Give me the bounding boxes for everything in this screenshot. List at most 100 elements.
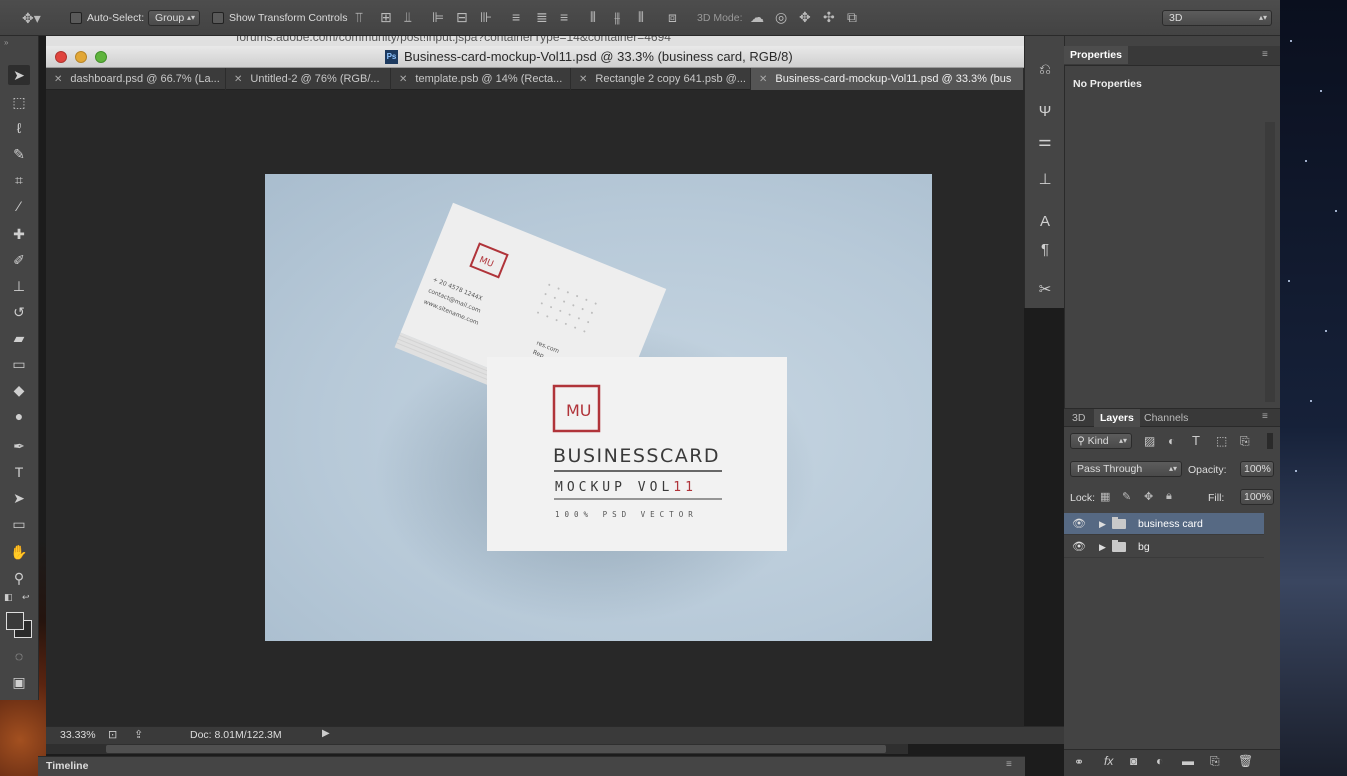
close-tab-icon[interactable]: ✕ (54, 74, 62, 85)
tool-presets-icon[interactable]: ✂ (1035, 280, 1055, 300)
history-panel-icon[interactable]: ⎌ (1035, 60, 1055, 80)
distribute-hcenter-icon[interactable]: ⫵ (614, 10, 620, 24)
quick-mask-icon[interactable]: ◌ (8, 646, 30, 666)
visibility-eye-icon[interactable]: 👁︎ (1072, 536, 1086, 558)
opacity-field[interactable]: 100% (1240, 461, 1274, 477)
distribute-right-icon[interactable]: ⫴ (638, 10, 644, 24)
share-icon[interactable]: ⇪ (134, 728, 143, 741)
auto-select-dropdown[interactable]: Group ▴▾ (148, 10, 200, 26)
close-tab-icon[interactable]: ✕ (234, 74, 242, 85)
layer-row[interactable]: 👁︎ ▶ bg (1064, 536, 1264, 558)
brush-tool-icon[interactable]: ✐ (8, 250, 30, 270)
healing-brush-tool-icon[interactable]: ✚ (8, 224, 30, 244)
eyedropper-tool-icon[interactable]: ⁄ (8, 196, 30, 216)
marquee-tool-icon[interactable]: ⬚ (8, 92, 30, 112)
tab-template[interactable]: ✕ template.psb @ 14% (Recta... (391, 68, 571, 90)
status-info-icon[interactable]: ⊡ (108, 728, 117, 741)
auto-align-icon[interactable]: ⧈ (668, 10, 677, 24)
tab-business-card[interactable]: ✕ Business-card-mockup-Vol11.psd @ 33.3% … (751, 68, 1024, 90)
align-hcenter-icon[interactable]: ⊟ (456, 10, 468, 24)
close-tab-icon[interactable]: ✕ (579, 74, 587, 85)
tab-untitled-2[interactable]: ✕ Untitled-2 @ 76% (RGB/... (226, 68, 391, 90)
workspace-dropdown[interactable]: 3D ▴▾ (1162, 10, 1272, 26)
link-layers-icon[interactable]: ⚭ (1074, 755, 1084, 769)
properties-menu-icon[interactable]: ≡ (1262, 49, 1268, 60)
lock-all-icon[interactable]: 🔒︎ (1166, 490, 1172, 503)
screen-mode-icon[interactable]: ▣ (8, 672, 30, 692)
tab-rectangle-copy[interactable]: ✕ Rectangle 2 copy 641.psb @... (571, 68, 751, 90)
character-panel-icon[interactable]: A (1035, 212, 1055, 232)
status-menu-arrow-icon[interactable]: ▶ (322, 728, 330, 739)
orbit-3d-icon[interactable]: ☁ (750, 10, 764, 24)
history-brush-tool-icon[interactable]: ↺ (8, 302, 30, 322)
layer-name[interactable]: bg (1138, 536, 1150, 558)
quick-select-tool-icon[interactable]: ✎ (8, 144, 30, 164)
show-transform-checkbox[interactable] (212, 12, 224, 24)
blend-mode-dropdown[interactable]: Pass Through ▴▾ (1070, 461, 1182, 477)
fill-field[interactable]: 100% (1240, 489, 1274, 505)
layer-row[interactable]: 👁︎ ▶ business card (1064, 513, 1264, 535)
zoom-tool-icon[interactable]: ⚲ (8, 568, 30, 588)
close-tab-icon[interactable]: ✕ (399, 74, 407, 85)
properties-title[interactable]: Properties (1064, 46, 1128, 64)
delete-layer-icon[interactable]: 🗑︎ (1238, 754, 1253, 768)
align-bottom-icon[interactable]: ⫫ (404, 10, 412, 24)
properties-scrollbar[interactable] (1265, 122, 1275, 402)
expand-arrow-icon[interactable]: ▶ (1099, 536, 1106, 558)
filter-adjustment-icon[interactable]: ◐ (1168, 434, 1175, 448)
pan-3d-icon[interactable]: ✥ (799, 10, 811, 24)
move-tool-icon[interactable]: ➤ (8, 65, 30, 85)
lasso-tool-icon[interactable]: ℓ (8, 118, 30, 138)
slide-3d-icon[interactable]: ✣ (823, 10, 835, 24)
distribute-top-icon[interactable]: ≡ (512, 10, 520, 24)
default-colors-icon[interactable]: ◧ (4, 592, 13, 603)
type-tool-icon[interactable]: T (8, 462, 30, 482)
new-layer-icon[interactable]: ⎘ (1210, 754, 1220, 769)
horizontal-scrollbar[interactable] (46, 744, 908, 754)
layer-name[interactable]: business card (1138, 513, 1203, 535)
tab-layers[interactable]: Layers (1094, 409, 1140, 427)
blur-tool-icon[interactable]: ◆ (8, 380, 30, 400)
close-tab-icon[interactable]: ✕ (759, 74, 767, 85)
new-group-icon[interactable]: ▬ (1182, 754, 1194, 768)
align-left-icon[interactable]: ⊫ (432, 10, 444, 24)
roll-3d-icon[interactable]: ◎ (775, 10, 787, 24)
lock-position-icon[interactable]: ✥ (1144, 490, 1153, 503)
filter-shape-icon[interactable]: ⬚ (1216, 434, 1227, 448)
paragraph-panel-icon[interactable]: ¶ (1035, 240, 1055, 260)
align-vcenter-icon[interactable]: ⊞ (380, 10, 392, 24)
zoom-window-button[interactable] (95, 51, 107, 63)
align-top-icon[interactable]: ⫪ (355, 10, 363, 24)
visibility-eye-icon[interactable]: 👁︎ (1072, 513, 1086, 535)
filter-toggle[interactable] (1267, 433, 1273, 449)
collapse-arrows-icon[interactable]: » (4, 38, 8, 47)
tab-3d[interactable]: 3D (1066, 409, 1091, 427)
crop-tool-icon[interactable]: ⌗ (8, 170, 30, 190)
timeline-menu-icon[interactable]: ≡ (1006, 759, 1012, 770)
distribute-vcenter-icon[interactable]: ≣ (536, 10, 548, 24)
layer-filter-dropdown[interactable]: ⚲ Kind ▴▾ (1070, 433, 1132, 449)
minimize-window-button[interactable] (75, 51, 87, 63)
hand-tool-icon[interactable]: ✋ (8, 542, 30, 562)
expand-arrow-icon[interactable]: ▶ (1099, 513, 1106, 535)
pen-tool-icon[interactable]: ✒ (8, 436, 30, 456)
clone-source-icon[interactable]: ⊥ (1035, 170, 1055, 190)
filter-pixel-icon[interactable]: ▨ (1144, 434, 1155, 448)
clone-stamp-tool-icon[interactable]: ⊥ (8, 276, 30, 296)
scale-3d-icon[interactable]: ⧉ (847, 10, 857, 24)
lock-image-icon[interactable]: ✎ (1122, 490, 1131, 503)
layers-menu-icon[interactable]: ≡ (1262, 411, 1268, 422)
filter-smart-object-icon[interactable]: ⎘ (1240, 434, 1250, 449)
tab-channels[interactable]: Channels (1138, 409, 1194, 427)
close-window-button[interactable] (55, 51, 67, 63)
eraser-tool-icon[interactable]: ▰ (8, 328, 30, 348)
path-selection-tool-icon[interactable]: ➤ (8, 488, 30, 508)
brush-presets-icon[interactable]: Ψ (1035, 102, 1055, 122)
adjustments-icon[interactable]: ⚌ (1035, 132, 1055, 152)
tab-dashboard[interactable]: ✕ dashboard.psd @ 66.7% (La... (46, 68, 226, 90)
adjustment-layer-icon[interactable]: ◐ (1156, 754, 1163, 768)
distribute-bottom-icon[interactable]: ≡ (560, 10, 568, 24)
move-tool-preset-icon[interactable]: ✥▾ (22, 11, 41, 25)
foreground-color-swatch[interactable] (6, 612, 24, 630)
layer-style-icon[interactable]: fx (1104, 754, 1113, 768)
